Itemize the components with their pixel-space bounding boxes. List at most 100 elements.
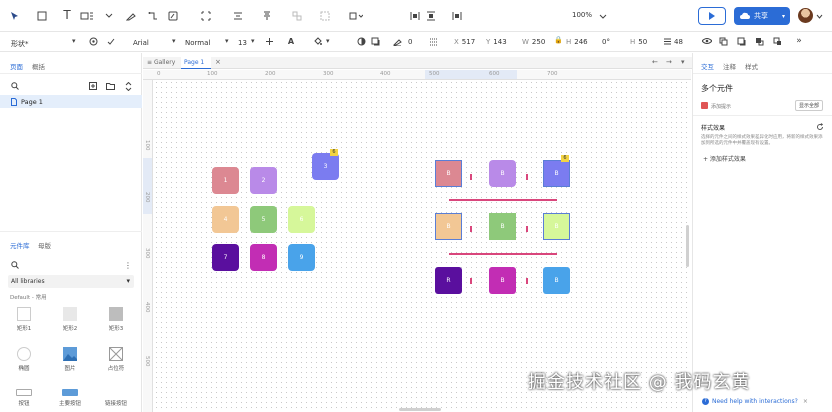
font-style-chevron-icon[interactable]: ▾	[225, 37, 229, 45]
rectangle-tool-icon[interactable]	[35, 9, 49, 23]
library-item-image[interactable]: 图片	[50, 347, 90, 372]
align-right-icon[interactable]	[450, 9, 464, 23]
library-item-link-button[interactable]: 链接按钮	[96, 389, 136, 407]
library-item-ellipse[interactable]: 椭圆	[4, 347, 44, 372]
radius-field[interactable]: H 50	[630, 38, 647, 46]
x-field[interactable]: X 517	[454, 38, 475, 46]
tab-interactions[interactable]: 交互	[701, 61, 714, 71]
y-field[interactable]: Y 143	[486, 38, 507, 46]
library-item-box2[interactable]: 矩形2	[50, 307, 90, 332]
pen-tool-icon[interactable]	[124, 9, 138, 23]
w-field[interactable]: W 250	[522, 38, 545, 46]
visibility-eye-icon[interactable]	[702, 36, 712, 46]
close-tab-icon[interactable]: ×	[215, 58, 221, 66]
stroke-width-value[interactable]: 0	[408, 38, 412, 46]
crop-icon[interactable]	[199, 9, 213, 23]
stroke-style-icon[interactable]	[428, 36, 438, 46]
tab-notes[interactable]: 注释	[723, 61, 736, 71]
style-select[interactable]: 形状*	[10, 38, 30, 50]
back-arrow-icon[interactable]: ←	[652, 58, 658, 66]
library-item-placeholder[interactable]: 占位符	[96, 347, 136, 372]
library-select[interactable]: All libraries ▾	[8, 275, 134, 288]
forward-arrow-icon[interactable]: →	[666, 58, 672, 66]
library-group-label[interactable]: Default - 常用	[10, 293, 47, 301]
tab-pages[interactable]: 页面	[10, 61, 23, 71]
add-folder-icon[interactable]	[105, 81, 115, 91]
library-search-icon[interactable]	[10, 260, 20, 270]
stroke-pen-icon[interactable]	[392, 36, 402, 46]
help-link[interactable]: ? Need help with interactions? ×	[702, 395, 828, 407]
sort-icon[interactable]	[123, 81, 133, 91]
send-back-icon[interactable]	[772, 36, 782, 46]
component-b5[interactable]: B	[489, 213, 516, 240]
library-item-primary-button[interactable]: 主要按钮	[50, 389, 90, 407]
tile-9[interactable]: 9	[288, 244, 315, 271]
zoom-level[interactable]: 100%	[572, 11, 592, 19]
text-tool-icon[interactable]: T	[60, 8, 74, 22]
pointer-tool-icon[interactable]	[8, 9, 22, 23]
horizontal-scrollbar[interactable]	[399, 408, 441, 411]
tile-8[interactable]: 8	[250, 244, 277, 271]
component-b2[interactable]: B	[489, 160, 516, 187]
padding-icon[interactable]	[662, 36, 672, 46]
tab-styles[interactable]: 样式	[745, 61, 758, 71]
more-options-icon[interactable]: »	[794, 36, 804, 46]
vertical-scrollbar[interactable]	[686, 225, 689, 267]
tab-page-1[interactable]: Page 1	[181, 57, 211, 69]
show-all-button[interactable]: 显示全部	[795, 100, 824, 111]
tab-masters[interactable]: 母版	[38, 240, 51, 250]
more-text-icon[interactable]	[264, 36, 274, 46]
note-tool-icon[interactable]	[166, 9, 180, 23]
component-b6[interactable]: B	[543, 213, 570, 240]
preview-button[interactable]	[698, 7, 726, 25]
aspect-lock-icon[interactable]: 🔒	[554, 36, 563, 44]
component-b9[interactable]: B	[543, 267, 570, 294]
avatar[interactable]	[798, 8, 813, 23]
zoom-chevron-icon[interactable]	[598, 10, 608, 22]
tile-6[interactable]: 6	[288, 206, 315, 233]
align-middle-icon[interactable]	[424, 9, 438, 23]
style-update-icon[interactable]	[105, 36, 115, 46]
tab-libraries[interactable]: 元件库	[10, 240, 30, 250]
bring-front-icon[interactable]	[754, 36, 764, 46]
tab-gallery[interactable]: ≡ Gallery	[147, 59, 175, 66]
tile-5[interactable]: 5	[250, 206, 277, 233]
h-field[interactable]: H 246	[566, 38, 588, 46]
connector-line[interactable]	[449, 199, 557, 201]
connector-line[interactable]	[449, 253, 557, 255]
tile-4[interactable]: 4	[212, 206, 239, 233]
tile-3[interactable]: 3	[312, 153, 339, 180]
component-b1[interactable]: B	[435, 160, 462, 187]
component-b8[interactable]: B	[489, 267, 516, 294]
font-style-select[interactable]: Normal	[184, 38, 211, 48]
opacity-icon[interactable]	[356, 36, 366, 46]
font-size-select[interactable]: 13	[237, 38, 248, 48]
align-icon[interactable]	[231, 9, 245, 23]
library-item-box1[interactable]: 矩形1	[4, 307, 44, 332]
style-link-icon[interactable]	[88, 36, 98, 46]
component-r7[interactable]: R	[435, 267, 462, 294]
library-item-box3[interactable]: 矩形3	[96, 307, 136, 332]
tile-1[interactable]: 1	[212, 167, 239, 194]
page-list-item[interactable]: Page 1	[0, 95, 142, 108]
copy-style-icon[interactable]	[718, 36, 728, 46]
style-chevron-icon[interactable]: ▾	[72, 37, 76, 45]
search-icon[interactable]	[10, 81, 20, 91]
share-button[interactable]: 共享 ▾	[734, 7, 790, 25]
arrange-icon[interactable]	[347, 9, 365, 23]
font-family-select[interactable]: Arial	[132, 38, 150, 48]
library-item-button[interactable]: 按钮	[4, 389, 44, 407]
align-left-icon[interactable]	[408, 9, 422, 23]
fill-bucket-icon[interactable]	[312, 36, 322, 46]
font-color-icon[interactable]: A	[286, 36, 296, 46]
design-canvas[interactable]: 1 2 3 6 4 5 6 7 8 9 B B B 6 B B B R B B	[154, 80, 691, 412]
component-b3[interactable]: B	[543, 160, 570, 187]
component-b4[interactable]: B	[435, 213, 462, 240]
tile-2[interactable]: 2	[250, 167, 277, 194]
group-icon[interactable]	[290, 9, 304, 23]
library-menu-icon[interactable]: ⋮	[124, 260, 132, 270]
tile-7[interactable]: 7	[212, 244, 239, 271]
padding-value[interactable]: 48	[674, 38, 683, 46]
frame-tool-icon[interactable]	[78, 9, 96, 23]
avatar-chevron-icon[interactable]	[815, 10, 823, 22]
